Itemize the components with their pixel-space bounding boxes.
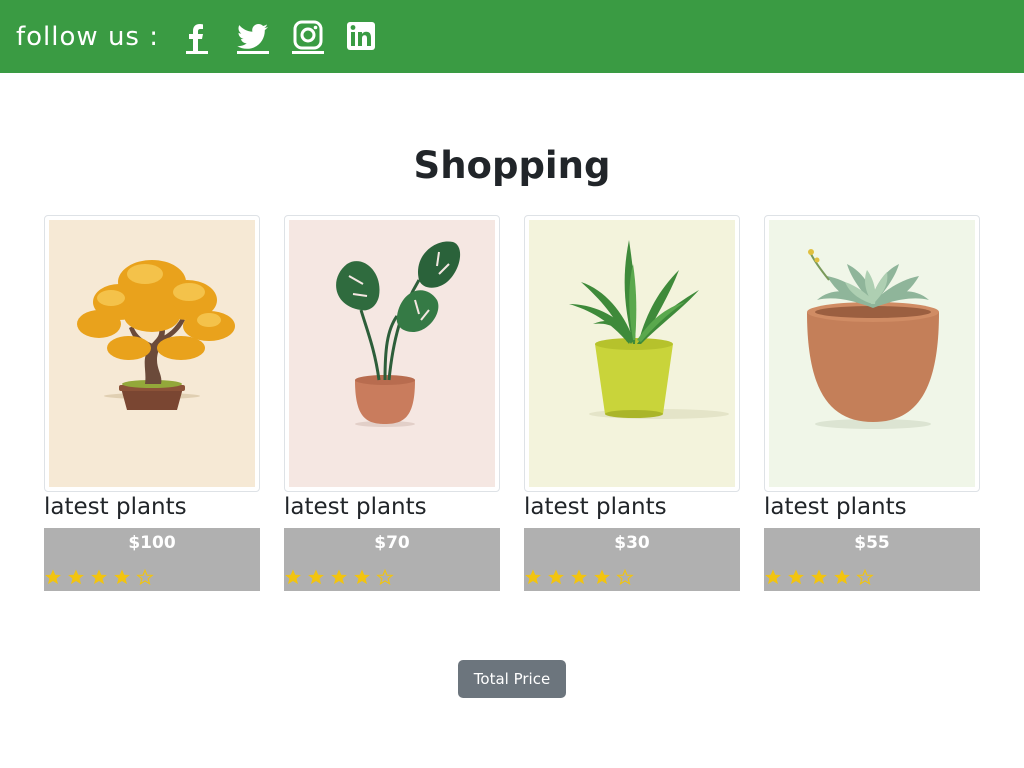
product-info-panel: $30 [524,528,740,591]
product-price: $55 [854,533,890,553]
product-image-frame [284,215,500,492]
product-card[interactable]: latest plants $55 [764,215,980,591]
star-filled-icon [45,569,61,585]
star-filled-icon [834,569,850,585]
product-title: latest plants [764,494,907,520]
product-image-frame [524,215,740,492]
rating-stars [524,568,639,586]
star-filled-icon [765,569,781,585]
star-filled-icon [331,569,347,585]
follow-us-label: follow us : [16,21,159,52]
star-filled-icon [525,569,541,585]
product-image [49,220,255,487]
total-price-button[interactable]: Total Price [458,660,566,698]
linkedin-icon[interactable] [345,20,377,54]
product-price: $70 [374,533,410,553]
product-title: latest plants [44,494,187,520]
star-filled-icon [285,569,301,585]
star-empty-icon [376,568,394,585]
star-empty-icon [856,568,874,585]
product-title: latest plants [284,494,427,520]
star-filled-icon [68,569,84,585]
product-image-frame [764,215,980,492]
product-info-panel: $55 [764,528,980,591]
page-title: Shopping [413,144,611,187]
star-filled-icon [354,569,370,585]
rating-stars [284,568,399,586]
star-filled-icon [811,569,827,585]
product-image-frame [44,215,260,492]
star-filled-icon [571,569,587,585]
product-image [289,220,495,487]
instagram-icon[interactable] [292,20,324,54]
star-filled-icon [308,569,324,585]
product-image [769,220,975,487]
star-filled-icon [91,569,107,585]
product-card[interactable]: latest plants $70 [284,215,500,591]
star-empty-icon [136,568,154,585]
product-title: latest plants [524,494,667,520]
star-empty-icon [616,568,634,585]
star-filled-icon [114,569,130,585]
product-info-panel: $100 [44,528,260,591]
product-price: $100 [128,533,176,553]
rating-stars [764,568,879,586]
facebook-icon[interactable] [180,20,214,54]
star-filled-icon [548,569,564,585]
star-filled-icon [788,569,804,585]
product-info-panel: $70 [284,528,500,591]
product-card[interactable]: latest plants $100 [44,215,260,591]
product-image [529,220,735,487]
social-header: follow us : [0,0,1024,73]
rating-stars [44,568,159,586]
product-card[interactable]: latest plants $30 [524,215,740,591]
twitter-icon[interactable] [235,20,271,54]
star-filled-icon [594,569,610,585]
product-price: $30 [614,533,650,553]
